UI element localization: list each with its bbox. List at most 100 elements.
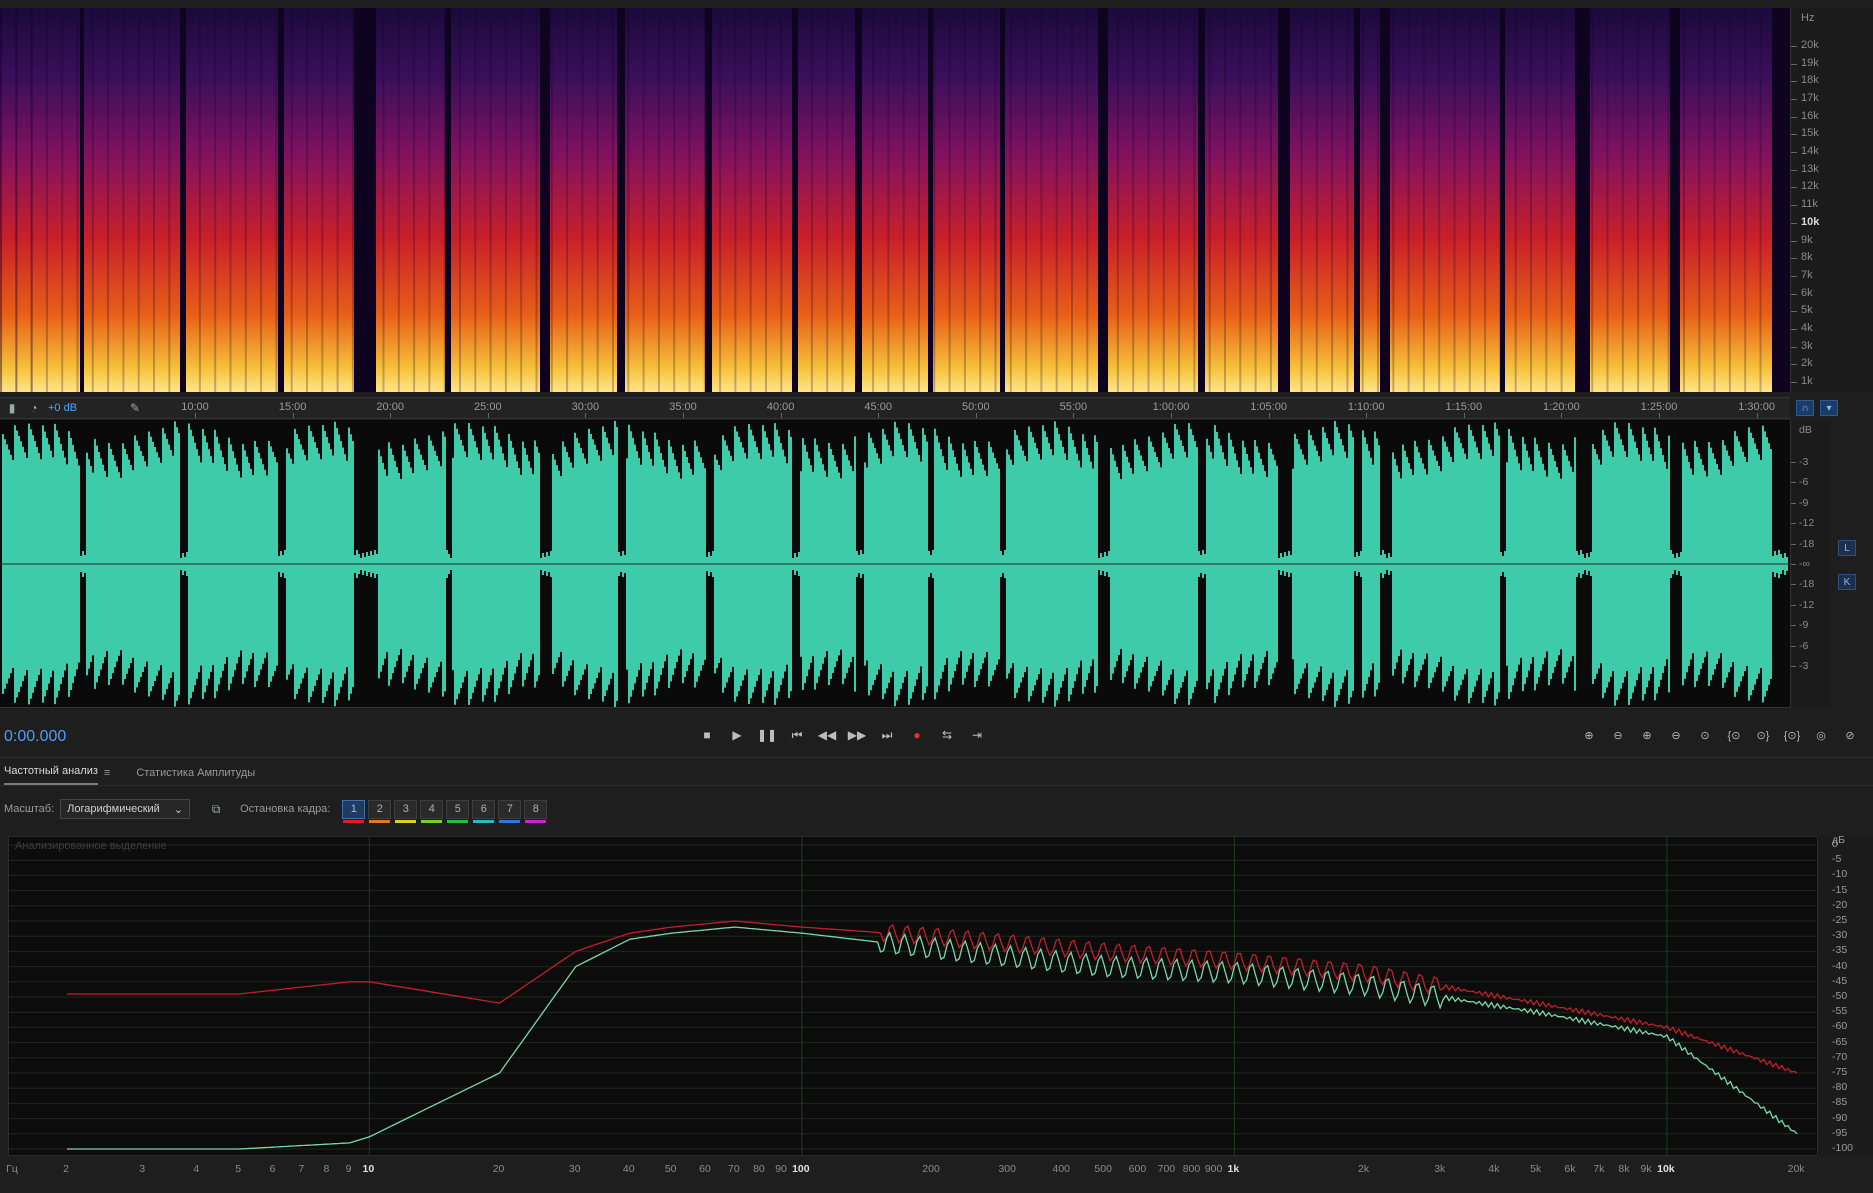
zoom-tracks-icon[interactable]: ⊘ (1839, 724, 1861, 746)
marker-icon[interactable]: ▾ (1820, 400, 1838, 416)
time-ruler[interactable]: 10:00 15:00 20:00 25:00 30:00 35:00 40:00 45:00… (0, 397, 1790, 419)
time-label: 1:25:00 (1640, 401, 1678, 413)
zoom-in-right-icon[interactable]: ⊙} (1752, 724, 1774, 746)
channel-right-tag[interactable]: K (1838, 574, 1856, 590)
waveform-display[interactable] (0, 420, 1790, 708)
db-tick (1791, 482, 1796, 484)
graph-x-label: 8k (1618, 1163, 1630, 1175)
spectral-texture (1514, 8, 1517, 392)
graph-x-label: 50 (664, 1163, 677, 1175)
spectral-texture (45, 8, 48, 392)
spectral-texture (1208, 8, 1211, 392)
hz-tick (1791, 46, 1797, 47)
db-label: -9 (1799, 496, 1809, 509)
scale-dropdown[interactable]: Логарифмический ⌄ (60, 799, 191, 819)
timecode-display[interactable]: 0:00.000 (4, 728, 66, 746)
db-label: -3 (1799, 660, 1809, 672)
spectral-texture (1667, 8, 1670, 392)
graph-x-label: 80 (753, 1163, 765, 1175)
spectral-texture (887, 8, 890, 392)
zoom-in-time-icon[interactable]: ⊕ (1636, 724, 1658, 746)
silence-gap (1198, 8, 1205, 392)
spectral-texture (137, 8, 140, 392)
spectral-texture (183, 8, 186, 392)
time-label: 1:30:00 (1738, 401, 1775, 413)
time-label: 30:00 (571, 401, 600, 413)
time-tick (1659, 413, 1660, 418)
freeze-frame-5[interactable]: 5 (446, 799, 470, 823)
rewind-icon[interactable]: ◀◀ (816, 724, 838, 746)
freeze-frame-8[interactable]: 8 (524, 799, 548, 823)
zoom-full-icon[interactable]: ⊙ (1694, 724, 1716, 746)
pin-icon[interactable]: ✎ (127, 400, 143, 416)
graph-db-label: -50 (1832, 990, 1848, 1002)
gain-knob-icon[interactable]: ◔ (26, 400, 42, 416)
hz-tick (1791, 152, 1797, 154)
spectral-texture (1040, 8, 1043, 392)
level-meter-icon[interactable]: ▮ (4, 400, 20, 416)
freeze-frame-7[interactable]: 7 (498, 799, 522, 823)
tab-amplitude-statistics[interactable]: Статистика Амплитуды (136, 767, 255, 785)
spectral-texture (1683, 8, 1685, 392)
spectral-display[interactable] (0, 8, 1790, 392)
spectral-texture (1591, 8, 1594, 392)
spectral-texture (15, 8, 18, 392)
graph-x-unit: Гц (6, 1163, 18, 1175)
silence-gap (1772, 8, 1790, 392)
gain-readout[interactable]: +0 dB (48, 402, 77, 414)
zoom-out-full-icon[interactable]: {⊙} (1781, 724, 1803, 746)
record-icon[interactable]: ● (906, 724, 928, 746)
freeze-frame-3[interactable]: 3 (394, 799, 418, 823)
freeze-frame-6[interactable]: 6 (472, 799, 496, 823)
zoom-out-amplitude-icon[interactable]: ⊖ (1607, 724, 1629, 746)
zoom-in-amplitude-icon[interactable]: ⊕ (1578, 724, 1600, 746)
go-end-icon[interactable]: ⏭ (876, 724, 898, 746)
waveform-graphic (0, 421, 1790, 707)
graph-db-label: -95 (1832, 1126, 1848, 1139)
db-tick (1791, 604, 1796, 606)
spectral-texture (61, 8, 64, 392)
silence-gap (1278, 8, 1290, 392)
zoom-in-left-icon[interactable]: {⊙ (1723, 724, 1745, 746)
stop-icon[interactable]: ■ (696, 724, 718, 746)
spectral-texture (1101, 8, 1104, 392)
graph-db-label: -65 (1832, 1035, 1848, 1048)
spectral-texture (1606, 8, 1609, 392)
zoom-out-time-icon[interactable]: ⊖ (1665, 724, 1687, 746)
frequency-graph[interactable]: Анализированное выделение (8, 836, 1818, 1156)
copy-icon[interactable]: ⧉ (208, 801, 224, 817)
skip-selection-icon[interactable]: ⇥ (966, 724, 988, 746)
silence-gap (705, 8, 712, 392)
spectral-texture (933, 8, 936, 392)
zoom-selection-icon[interactable]: ◎ (1810, 724, 1832, 746)
freeze-frame-color (499, 819, 521, 823)
graph-x-label: 3 (139, 1163, 146, 1175)
freeze-frame-1[interactable]: 1 (342, 799, 366, 823)
loop-icon[interactable]: ⇆ (936, 724, 958, 746)
spectral-texture (979, 8, 982, 392)
graph-x-label: 60 (699, 1163, 711, 1175)
time-label: 1:20:00 (1543, 401, 1580, 413)
time-label: 55:00 (1059, 401, 1088, 413)
graph-x-label: 5k (1530, 1163, 1542, 1175)
graph-db-label: -25 (1832, 914, 1848, 926)
play-icon[interactable]: ▶ (726, 724, 748, 746)
tab-menu-icon[interactable]: ≡ (104, 767, 110, 785)
time-tick (1366, 413, 1368, 418)
time-tick (780, 413, 782, 418)
pause-icon[interactable]: ❚❚ (756, 724, 778, 746)
spectral-silence-gaps (0, 8, 1790, 392)
fast-forward-icon[interactable]: ▶▶ (846, 724, 868, 746)
frequency-plot (9, 837, 1817, 1155)
channel-left-tag[interactable]: L (1838, 540, 1856, 556)
freeze-frame-4[interactable]: 4 (420, 799, 444, 823)
go-start-icon[interactable]: ⏮ (786, 724, 808, 746)
spectral-texture (1545, 8, 1548, 392)
headphones-icon[interactable]: ∩ (1796, 400, 1814, 416)
time-label: 45:00 (864, 401, 892, 413)
graph-db-label: -60 (1832, 1020, 1848, 1033)
silence-gap (617, 8, 625, 392)
silence-gap (1670, 8, 1680, 392)
tab-frequency-analysis[interactable]: Частотный анализ (4, 765, 98, 785)
freeze-frame-2[interactable]: 2 (368, 799, 392, 823)
